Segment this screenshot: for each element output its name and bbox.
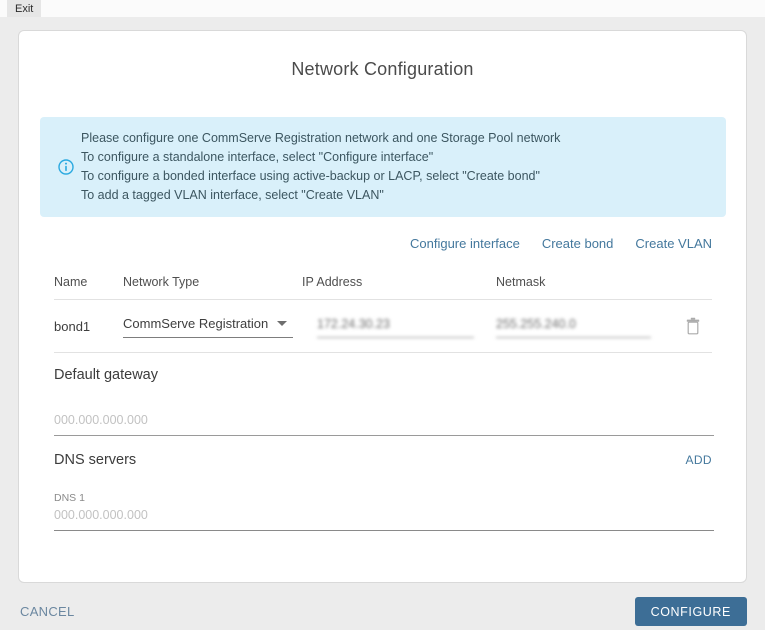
create-vlan-link[interactable]: Create VLAN: [635, 236, 712, 251]
network-table-header: Name Network Type IP Address Netmask: [54, 275, 712, 299]
configure-button[interactable]: CONFIGURE: [634, 597, 747, 626]
column-header-ip-address: IP Address: [302, 275, 363, 289]
dns1-input[interactable]: [54, 506, 714, 531]
dialog-title: Network Configuration: [291, 59, 474, 79]
interface-name: bond1: [54, 318, 91, 334]
cancel-button[interactable]: CANCEL: [20, 604, 75, 619]
configure-interface-link[interactable]: Configure interface: [410, 236, 520, 251]
info-icon: [58, 159, 74, 175]
chevron-down-icon: [277, 321, 287, 326]
create-bond-link[interactable]: Create bond: [542, 236, 614, 251]
default-gateway-label: Default gateway: [54, 367, 158, 383]
dns-servers-label: DNS servers: [54, 452, 137, 468]
top-bar: Exit: [0, 0, 765, 17]
exit-button[interactable]: Exit: [7, 0, 42, 17]
dns1-field-label: DNS 1: [54, 492, 85, 504]
info-line: Please configure one CommServe Registrat…: [81, 131, 561, 145]
network-type-value: CommServe Registration: [123, 316, 269, 331]
info-line: To add a tagged VLAN interface, select "…: [81, 188, 384, 202]
dialog-footer: CANCEL CONFIGURE: [18, 597, 747, 626]
network-configuration-dialog: Network Configuration Please configure o…: [18, 30, 747, 583]
add-dns-button[interactable]: ADD: [685, 453, 712, 467]
column-header-name: Name: [54, 275, 88, 289]
network-type-select[interactable]: CommServe Registration: [123, 314, 293, 338]
default-gateway-input[interactable]: [54, 411, 714, 436]
column-header-netmask: Netmask: [496, 275, 546, 289]
interface-actions: Configure interface Create bond Create V…: [54, 236, 712, 251]
info-line: To configure a standalone interface, sel…: [81, 150, 434, 164]
info-banner: Please configure one CommServe Registrat…: [40, 117, 726, 217]
trash-icon[interactable]: [685, 317, 701, 335]
info-text: Please configure one CommServe Registrat…: [81, 129, 560, 205]
dns-servers-header: DNS servers ADD: [54, 452, 712, 468]
ip-address-input[interactable]: [317, 314, 474, 338]
column-header-network-type: Network Type: [123, 275, 200, 289]
netmask-input[interactable]: [496, 314, 651, 338]
network-table-row: bond1 CommServe Registration: [54, 299, 712, 353]
info-line: To configure a bonded interface using ac…: [81, 169, 540, 183]
